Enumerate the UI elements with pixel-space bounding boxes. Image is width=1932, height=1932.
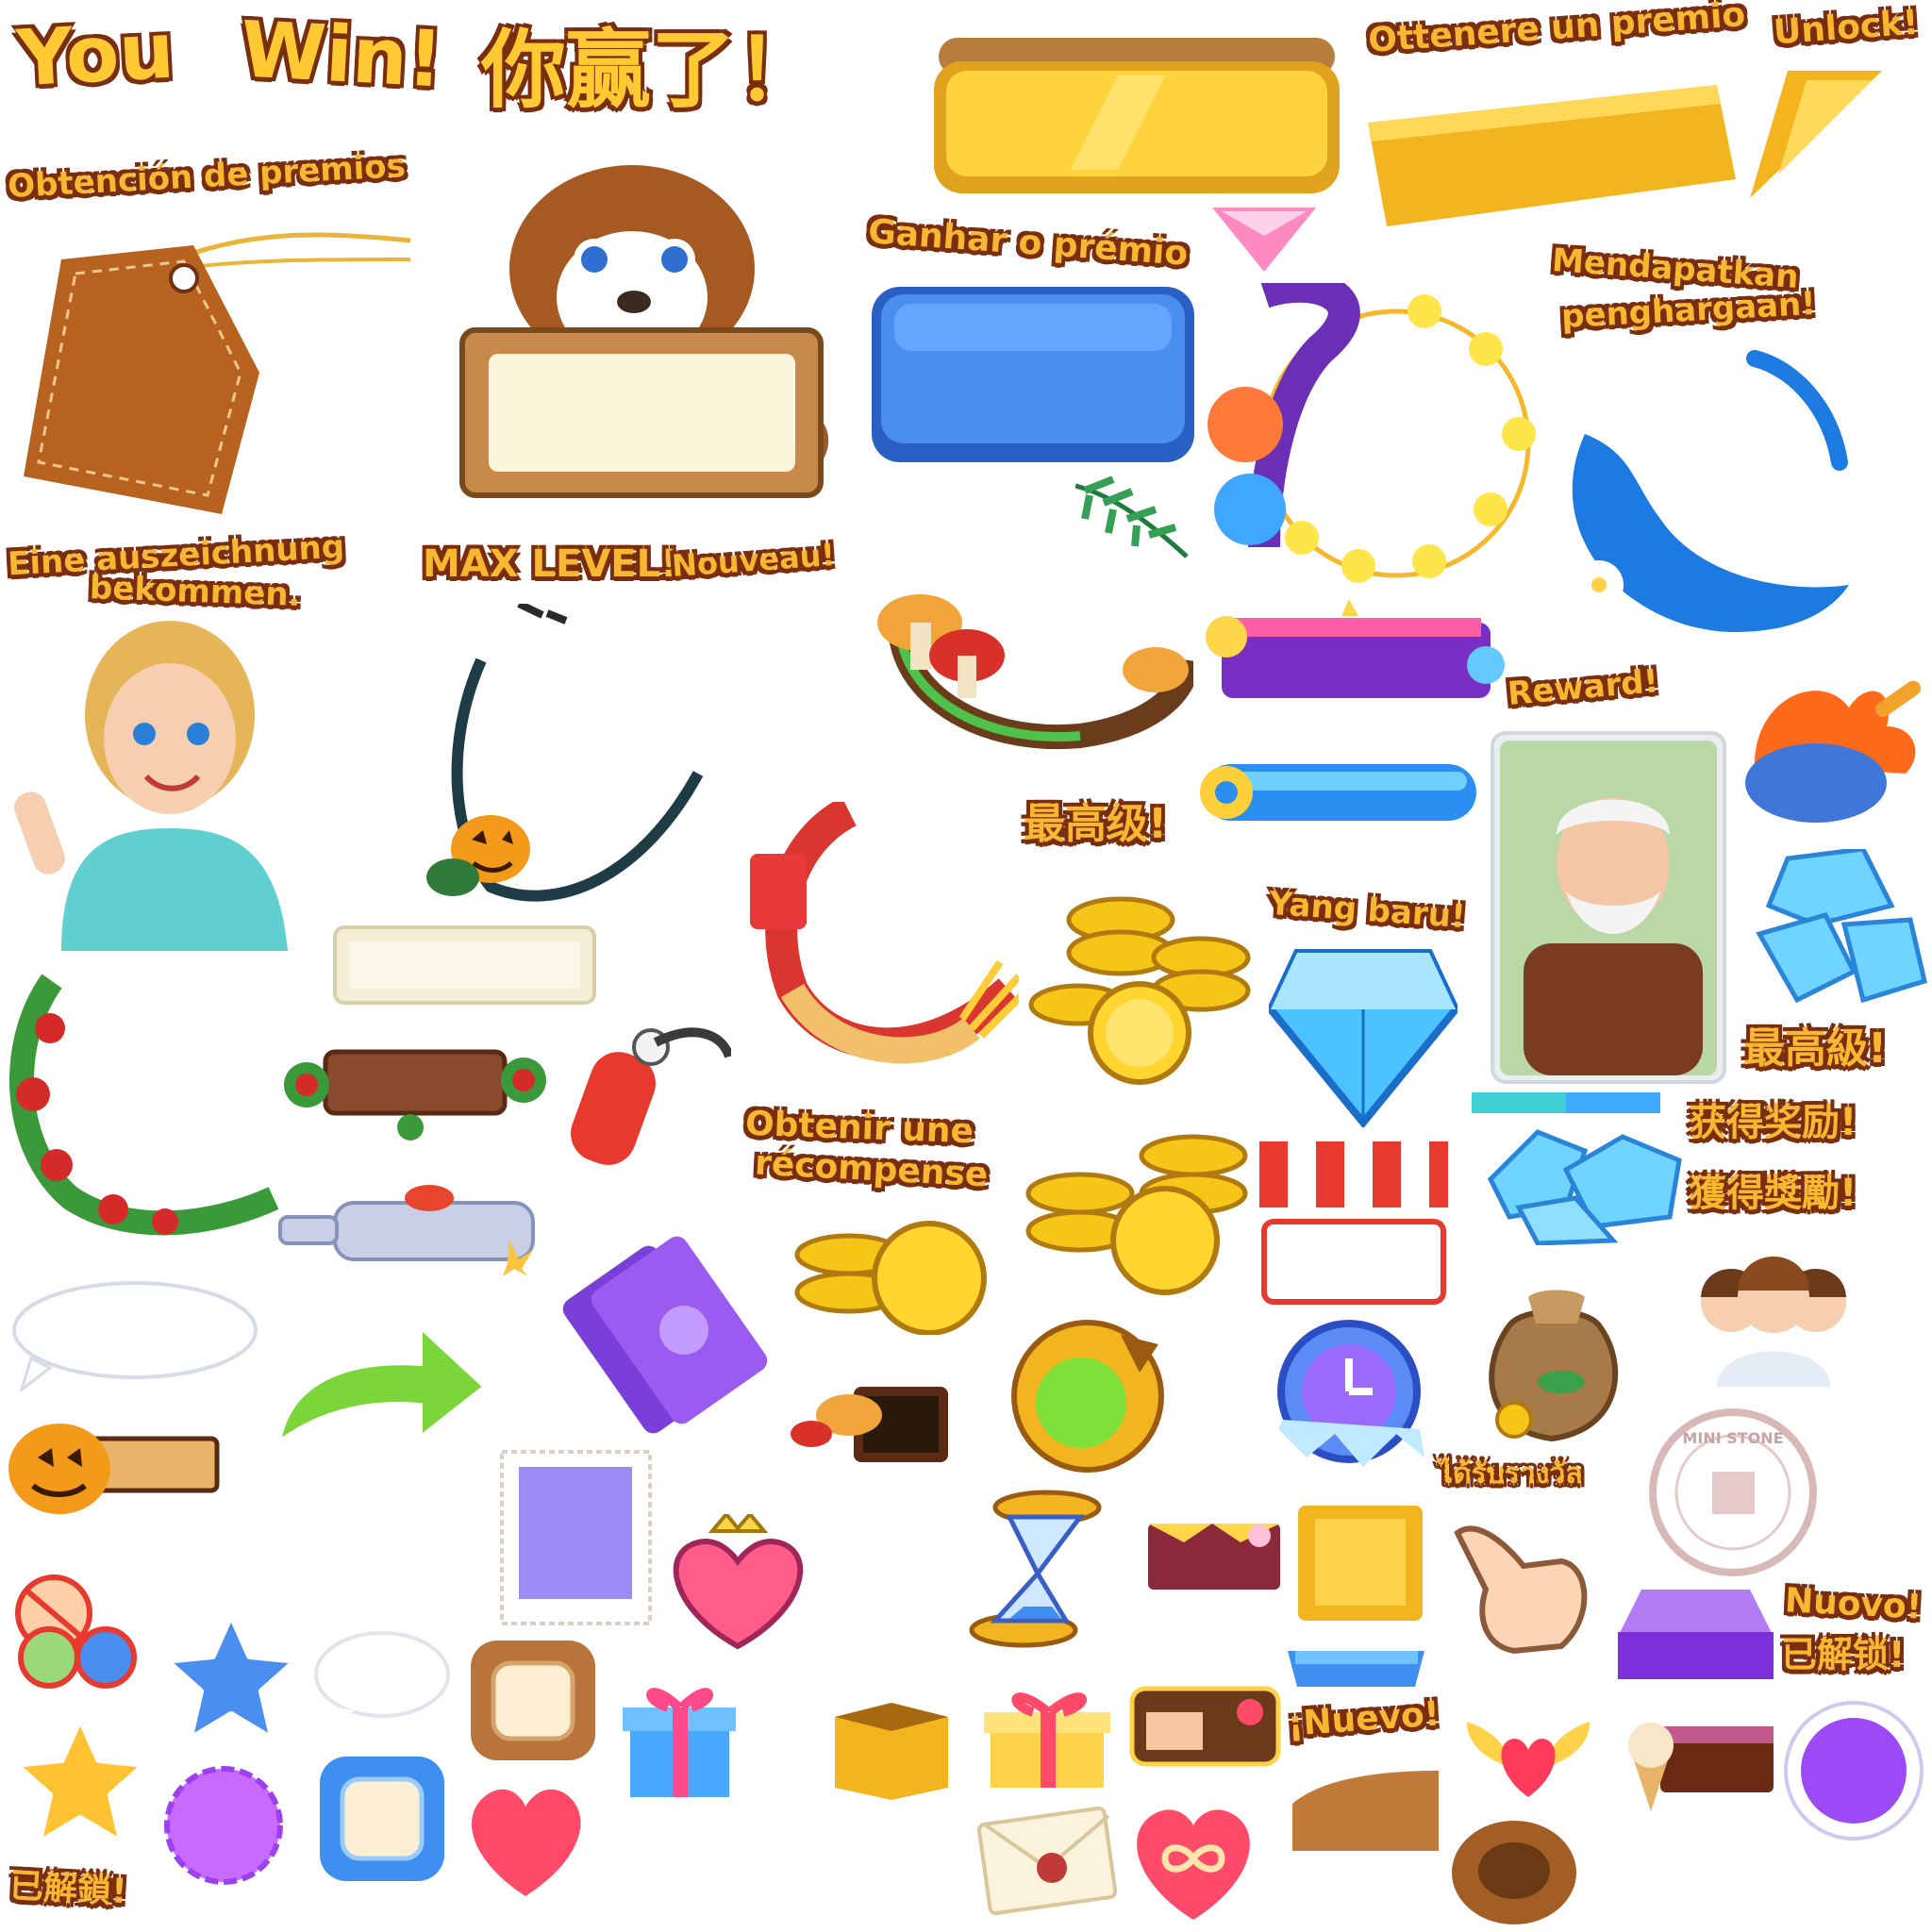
label-you-win-zh: 你赢了！ [481,21,821,120]
label-mendapatkan-1: Mendapatkan [1550,241,1800,297]
label-win: Win! [238,5,445,106]
gold-triangle-piece [1750,71,1882,198]
sprite-sheet: You Win! 你赢了！ Ottenere un premio Unlock!… [0,0,1932,1932]
stamp-text: MINI STONE [1682,1429,1783,1447]
purple-tickets [557,1222,774,1439]
lime-refresh-icon [1008,1316,1168,1476]
halloween-vine-pumpkin-frame [415,604,736,924]
white-speech-bubble [8,1278,262,1391]
flaming-frying-pan [1736,670,1924,830]
label-zuigaoji-simplified: 最高级! [1024,800,1168,848]
progress-bar-teal-blue [1472,1092,1660,1113]
blue-ribbon-banner [1288,1641,1424,1689]
gold-coin-stack-large [1026,882,1253,1085]
label-you: You [14,6,176,105]
orb-lights-circle-frame [1208,283,1547,594]
heart-potion-bottle [660,1514,816,1651]
purple-circle-badge [1781,1698,1927,1844]
label-max-level: MAX LEVEL! [423,542,678,586]
water-splash-crescent [1547,349,1858,641]
cream-paper-banner [330,923,599,1008]
bottle-with-crab [278,1174,542,1278]
dog-wooden-sign [453,165,858,505]
blue-diamonds-small-pile [1750,849,1929,1009]
pink-gem-triangle [1212,208,1316,274]
icecream-chocolate-sign [1613,1698,1778,1816]
label-ottenere: Ottenere un premio [1367,0,1747,60]
label-mendapatkan-2: penghargaan! [1560,284,1817,337]
fastfood-crescent-frame [736,802,1019,1075]
blue-stone-button [868,283,1198,467]
label-zuigaoji-traditional: 最高級! [1743,1024,1888,1073]
label-reward: Reward! [1506,662,1660,713]
purple-scalloped-badge [162,1764,285,1887]
brown-wedge-panel [1288,1766,1443,1856]
blue-diamond-large [1269,943,1457,1127]
infinity-heart-icon [1123,1792,1264,1924]
purple-postage-stamp [498,1448,654,1627]
blue-rounded-slot [316,1753,448,1885]
gold-ribbon-banner [1368,66,1736,226]
grandpa-portrait-card [1491,731,1726,1085]
label-yang-baru: Yang baru! [1267,884,1467,937]
label-ganhar: Ganhar o prémio [867,212,1190,274]
blue-star-icon [160,1608,302,1745]
label-nuevo: ¡Nuevo! [1286,1694,1441,1744]
green-arrow [269,1321,491,1453]
people-group-icon [1689,1245,1858,1387]
yellow-star-icon [9,1712,151,1849]
pool-with-swim-ring [1193,755,1486,830]
label-unlock: Unlock! [1772,3,1920,53]
label-yijiesuo-simplified: 已解锁! [1781,1634,1906,1675]
fire-extinguisher [561,1014,731,1174]
blue-gift-box [611,1679,743,1802]
yellow-gift-box [976,1679,1118,1792]
circus-tent-banner [1203,599,1509,712]
hourglass-icon [958,1489,1123,1649]
mushroom-chalkboard [788,1377,953,1472]
sealed-envelope [976,1797,1118,1915]
rose-vine-crescent [5,962,278,1236]
label-nouveau: Nouveau! [670,537,837,584]
mini-stone-stamp: MINI STONE [1646,1406,1821,1580]
clock-ice-icon [1264,1316,1434,1476]
leather-price-tag [5,222,420,524]
girl-character [5,611,325,951]
gold-coin-stack-medium [1024,1127,1250,1302]
label-huode-simplified: 获得奖励! [1689,1101,1857,1144]
mushroom-grass-frame [863,538,1193,755]
gold-sign-panel [929,28,1344,198]
blue-diamonds-big-pile [1481,1123,1693,1245]
brown-rounded-slot [467,1637,599,1764]
label-huode-traditional: 獲得獎勵! [1689,1172,1857,1215]
pumpkin-wood-banner [5,1410,222,1519]
label-obtenir-2: récompense [754,1143,990,1195]
rose-wooden-plaque [278,1028,552,1156]
pointing-hand-icon [1448,1514,1594,1656]
label-eine-2: bekommen. [89,569,302,614]
forbidden-status-icons [11,1571,143,1693]
seed-sack [1472,1288,1637,1443]
brown-ring-button [1448,1816,1580,1927]
winged-heart-badge [1457,1703,1599,1802]
gold-square-tile [1294,1502,1426,1624]
small-white-speech-bubble [311,1627,453,1731]
red-heart-icon [458,1774,594,1901]
gold-coin-stack-small [792,1212,991,1335]
maroon-flag-banner [1146,1519,1283,1594]
label-nuovo: Nuovo! [1784,1581,1924,1627]
purple-display-stand [1613,1585,1778,1684]
open-yellow-box [825,1684,958,1802]
shop-awning-sign [1255,1137,1453,1307]
label-obtenir-1: Obtenir une [744,1104,974,1152]
label-yijiesuo-traditional: 已解鎖! [8,1866,128,1912]
label-obtencion: Obtención de premios [7,146,407,207]
label-thai: ได้รับรางวัล [1439,1457,1583,1491]
cake-sign-plaque [1127,1679,1283,1774]
